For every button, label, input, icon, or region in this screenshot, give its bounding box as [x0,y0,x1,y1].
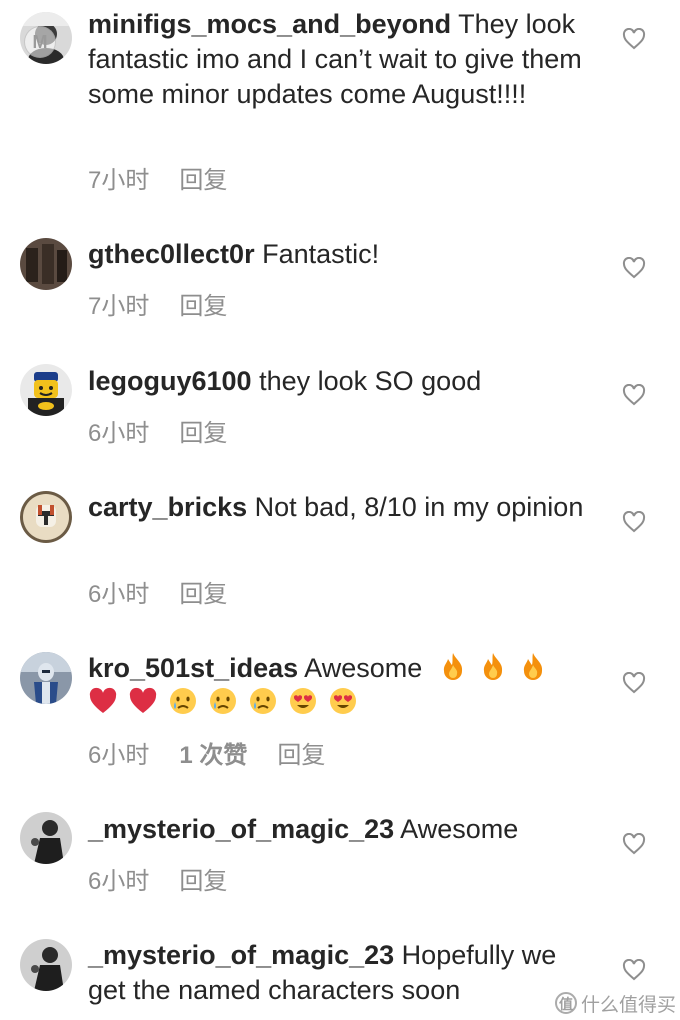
watermark-logo-icon: M [24,26,56,58]
fire-icon [523,653,542,680]
avatar-figure-icon [20,238,72,290]
fire-icon [483,653,502,680]
reply-button[interactable]: 回复 [179,420,227,447]
reply-button[interactable]: 回复 [179,868,227,895]
reply-button[interactable]: 回复 [179,581,227,608]
avatar[interactable] [20,364,72,416]
watermark: 值什么值得买 [555,990,676,1017]
heart-eyes-icon [330,688,356,714]
fire-icon [443,653,462,680]
like-heart-icon[interactable] [622,28,646,50]
comment-meta: 6小时 回复 [88,413,257,448]
comment-username[interactable]: minifigs_mocs_and_beyond [88,9,451,39]
comment-meta: 6小时 回复 [88,574,257,609]
comment-time: 7小时 [88,167,150,194]
comment-text: they look SO good [251,366,482,396]
comment-text: Awesome [394,814,519,844]
avatar[interactable] [20,939,72,991]
comment-meta: 6小时 回复 [88,861,257,896]
comment-time: 6小时 [88,868,150,895]
avatar[interactable] [20,238,72,290]
avatar-trooper-icon [20,652,72,704]
crying-face-icon [250,688,276,714]
comment-username[interactable]: gthec0llect0r [88,239,255,269]
avatar-clone-trooper-icon [20,491,72,543]
avatar-lego-minifig-icon [20,364,72,416]
comment-username[interactable]: _mysterio_of_magic_23 [88,940,394,970]
red-heart-icon [129,687,157,713]
comment-username[interactable]: carty_bricks [88,492,247,522]
reply-button[interactable]: 回复 [277,742,325,769]
comment-username[interactable]: _mysterio_of_magic_23 [88,814,394,844]
avatar-dark-figure-icon [20,939,72,991]
avatar[interactable] [20,491,72,543]
avatar[interactable] [20,812,72,864]
crying-face-icon [170,688,196,714]
red-heart-icon [89,687,117,713]
comment-text: Awesome [298,653,423,683]
watermark-text: 什么值得买 [581,995,677,1016]
like-heart-icon[interactable] [622,384,646,406]
reply-button[interactable]: 回复 [179,167,227,194]
like-heart-icon[interactable] [622,672,646,694]
like-heart-icon[interactable] [622,511,646,533]
comment-text: Not bad, 8/10 in my opinion [247,492,584,522]
crying-face-icon [210,688,236,714]
comment-body: kro_501st_ideas Awesome [88,651,598,721]
reply-button[interactable]: 回复 [179,293,227,320]
comment-body: gthec0llect0r Fantastic! [88,237,598,272]
watermark-logo-icon: 值 [555,992,577,1014]
like-heart-icon[interactable] [622,833,646,855]
comment-body: carty_bricks Not bad, 8/10 in my opinion [88,490,598,525]
like-heart-icon[interactable] [622,257,646,279]
comment-username[interactable]: kro_501st_ideas [88,653,298,683]
avatar[interactable] [20,652,72,704]
comment-username[interactable]: legoguy6100 [88,366,252,396]
comment-body: _mysterio_of_magic_23 Awesome [88,812,598,847]
comment-time: 6小时 [88,420,150,447]
comment-body: legoguy6100 they look SO good [88,364,598,399]
comment-text: Fantastic! [254,239,380,269]
avatar-dark-figure-icon [20,812,72,864]
comment-time: 6小时 [88,742,150,769]
likes-count[interactable]: 1 次赞 [179,742,247,769]
comment-meta: 6小时 1 次赞 回复 [88,735,355,770]
comment-meta: 7小时 回复 [88,160,257,195]
comment-body: minifigs_mocs_and_beyond They look fanta… [88,7,598,112]
comment-time: 7小时 [88,293,150,320]
comment-time: 6小时 [88,581,150,608]
heart-eyes-icon [290,688,316,714]
like-heart-icon[interactable] [622,959,646,981]
comment-meta: 7小时 回复 [88,286,257,321]
comment-body: _mysterio_of_magic_23 Hopefully we get t… [88,938,598,1008]
